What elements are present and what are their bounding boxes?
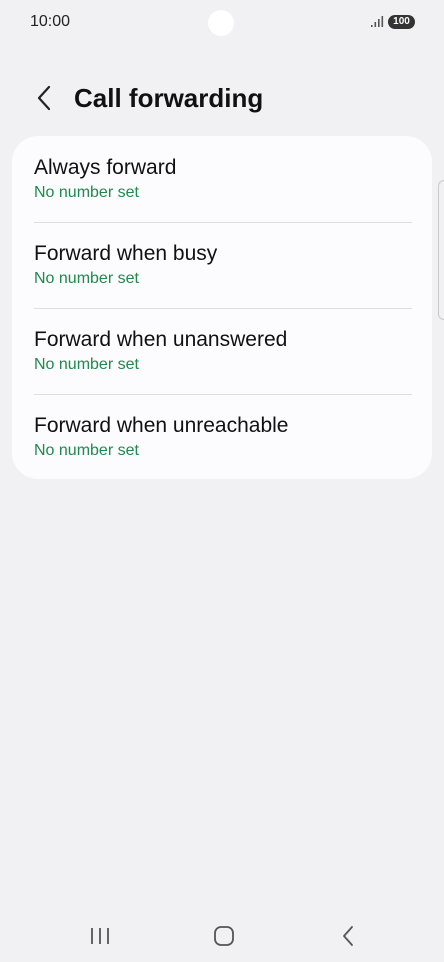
forward-when-unanswered-item[interactable]: Forward when unanswered No number set <box>12 308 432 394</box>
page-title: Call forwarding <box>74 83 264 113</box>
status-time: 10:00 <box>30 13 71 30</box>
home-button[interactable] <box>202 918 246 954</box>
recent-apps-icon <box>91 928 109 944</box>
signal-icon <box>371 16 384 27</box>
item-subtitle: No number set <box>34 184 139 201</box>
battery-icon: 100 <box>388 15 415 29</box>
back-icon <box>343 926 353 946</box>
navigation-bar <box>0 910 444 960</box>
nav-back-button[interactable] <box>326 918 370 954</box>
back-button[interactable] <box>28 82 60 114</box>
item-subtitle: No number set <box>34 442 139 459</box>
scrollbar[interactable] <box>438 180 444 320</box>
status-bar: 10:00 100 <box>0 0 444 46</box>
recent-apps-button[interactable] <box>78 918 122 954</box>
chevron-left-icon <box>37 85 51 111</box>
home-icon <box>214 926 234 946</box>
camera-cutout <box>208 10 234 36</box>
phone-screen: 10:00 100 Call forwarding Always forward… <box>0 0 444 962</box>
item-subtitle: No number set <box>34 356 139 373</box>
item-title: Always forward <box>34 156 177 179</box>
forward-when-busy-item[interactable]: Forward when busy No number set <box>12 222 432 308</box>
item-title: Forward when unanswered <box>34 328 288 351</box>
forward-when-unreachable-item[interactable]: Forward when unreachable No number set <box>12 394 432 479</box>
always-forward-item[interactable]: Always forward No number set <box>12 136 432 222</box>
item-title: Forward when unreachable <box>34 414 289 437</box>
item-subtitle: No number set <box>34 270 139 287</box>
forwarding-options-list: Always forward No number set Forward whe… <box>12 136 432 479</box>
app-bar: Call forwarding <box>0 70 444 126</box>
item-title: Forward when busy <box>34 242 218 265</box>
